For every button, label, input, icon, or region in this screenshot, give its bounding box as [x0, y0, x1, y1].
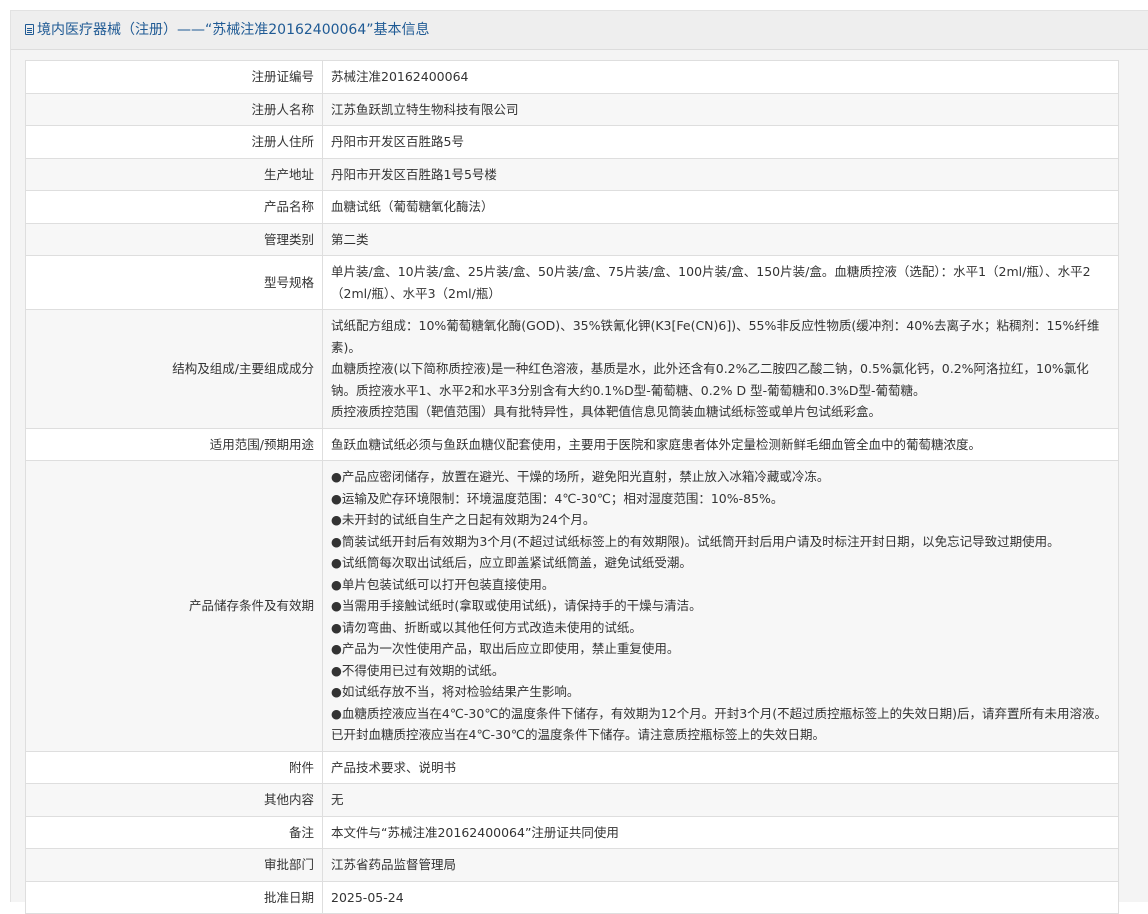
field-value: 无 — [322, 783, 1119, 817]
field-value-line: ●请勿弯曲、折断或以其他任何方式改造未使用的试纸。 — [331, 619, 642, 635]
field-label: 型号规格 — [25, 255, 323, 310]
field-label: 注册人名称 — [25, 92, 323, 126]
field-label: 附件 — [25, 750, 323, 784]
field-value-line: ●试纸筒每次取出试纸后，应立即盖紧试纸筒盖，避免试纸受潮。 — [331, 555, 692, 570]
table-row: 其他内容无 — [25, 783, 1119, 817]
detail-panel: 境内医疗器械（注册）——“苏械注准20162400064”基本信息 注册证编号苏… — [10, 10, 1148, 914]
panel-header: 境内医疗器械（注册）——“苏械注准20162400064”基本信息 — [11, 11, 1148, 50]
field-label: 生产地址 — [25, 157, 323, 191]
field-value: 产品技术要求、说明书 — [322, 750, 1119, 784]
page-title: 境内医疗器械（注册）——“苏械注准20162400064”基本信息 — [37, 22, 430, 38]
field-value-line: 鱼跃血糖试纸必须与鱼跃血糖仪配套使用，主要用于医院和家庭患者体外定量检测新鲜毛细… — [331, 436, 982, 452]
field-value-line: 第二类 — [331, 231, 369, 247]
table-row: 备注 本文件与“苏械注准20162400064”注册证共同使用 — [25, 815, 1119, 849]
table-row: 产品储存条件及有效期 ●产品应密闭储存，放置在避光、干燥的场所，避免阳光直射，禁止… — [25, 460, 1119, 752]
field-value-line: ●单片包装试纸可以打开包装直接使用。 — [331, 576, 555, 592]
field-value: 单片装/盒、10片装/盒、25片装/盒、50片装/盒、75片装/盒、100片装/… — [322, 255, 1119, 310]
field-value-line: 产品技术要求、说明书 — [331, 759, 457, 775]
info-table: 注册证编号 苏械注准20162400064 注册人名称 江苏鱼跃凯立特生物科技有限公司… — [25, 60, 1119, 914]
field-value: ●产品应密闭储存，放置在避光、干燥的场所，避免阳光直射，禁止放入冰箱冷藏或冷冻。… — [322, 460, 1119, 752]
field-value-line: ●运输及贮存环境限制：环境温度范围：4℃-30℃；相对湿度范围：10%-85%。 — [331, 490, 784, 506]
field-label: 管理类别 — [25, 222, 323, 256]
field-value: 江苏鱼跃凯立特生物科技有限公司 — [322, 92, 1119, 126]
field-label: 注册人住所 — [25, 125, 323, 159]
field-value-line: ●产品为一次性使用产品，取出后应立即使用，禁止重复使用。 — [331, 641, 680, 656]
table-row: 生产地址 丹阳市开发区百胜路1号5号楼 — [25, 157, 1119, 191]
table-row: 结构及组成/主要组成成分 试纸配方组成：10%葡萄糖氧化酶(GOD)、35%铁氰化… — [25, 309, 1119, 429]
field-value-line: 江苏省药品监督管理局 — [331, 857, 457, 872]
field-value: 丹阳市开发区百胜路5号 — [322, 125, 1119, 159]
field-value-line: 丹阳市开发区百胜路5号 — [331, 134, 464, 149]
field-label: 结构及组成/主要组成成分 — [25, 309, 323, 429]
field-value-line: ●当需用手接触试纸时(拿取或使用试纸)，请保持手的干燥与清洁。 — [331, 598, 702, 613]
table-row: 注册人名称 江苏鱼跃凯立特生物科技有限公司 — [25, 92, 1119, 126]
field-label: 其他内容 — [25, 783, 323, 817]
field-value-line: 血糖质控液(以下简称质控液)是一种红色溶液，基质是水，此外还含有0.2%乙二胺四… — [331, 361, 1089, 398]
field-label: 适用范围/预期用途 — [25, 427, 323, 461]
document-icon — [25, 24, 34, 35]
field-value: 本文件与“苏械注准20162400064”注册证共同使用 — [322, 815, 1119, 849]
table-row: 审批部门 江苏省药品监督管理局 — [25, 848, 1119, 882]
table-row: 附件 产品技术要求、说明书 — [25, 750, 1119, 784]
field-value: 苏械注准20162400064 — [322, 60, 1119, 94]
field-value-line: ●如试纸存放不当，将对检验结果产生影响。 — [331, 684, 580, 699]
field-value: 丹阳市开发区百胜路1号5号楼 — [322, 157, 1119, 191]
field-label: 备注 — [25, 815, 323, 849]
field-value-line: 江苏鱼跃凯立特生物科技有限公司 — [331, 101, 519, 117]
field-value-line: 单片装/盒、10片装/盒、25片装/盒、50片装/盒、75片装/盒、100片装/… — [331, 264, 1091, 301]
field-label: 审批部门 — [25, 848, 323, 882]
field-value: 鱼跃血糖试纸必须与鱼跃血糖仪配套使用，主要用于医院和家庭患者体外定量检测新鲜毛细… — [322, 427, 1119, 461]
field-value-line: 质控液质控范围（靶值范围）具有批特异性，具体靶值信息见筒装血糖试纸标签或单片包试… — [331, 404, 882, 419]
field-value-line: 苏械注准20162400064 — [331, 69, 469, 84]
table-row: 型号规格 单片装/盒、10片装/盒、25片装/盒、50片装/盒、75片装/盒、10… — [25, 255, 1119, 310]
info-table-wrap: 注册证编号 苏械注准20162400064 注册人名称 江苏鱼跃凯立特生物科技有限公司… — [25, 60, 1119, 914]
table-row: 注册人住所 丹阳市开发区百胜路5号 — [25, 125, 1119, 159]
field-value-line: 无 — [331, 792, 344, 807]
field-value-line: ●血糖质控液应当在4℃-30℃的温度条件下储存，有效期为12个月。开封3个月(不… — [331, 705, 1107, 743]
field-label: 注册证编号 — [25, 60, 323, 94]
field-value-line: 血糖试纸（葡萄糖氧化酶法） — [331, 199, 494, 214]
table-row: 注册证编号 苏械注准20162400064 — [25, 60, 1119, 94]
table-row: 管理类别 第二类 — [25, 222, 1119, 256]
field-value-line: 本文件与“苏械注准20162400064”注册证共同使用 — [331, 824, 619, 840]
table-row: 批准日期 2025-05-24 — [25, 880, 1119, 914]
field-value: 第二类 — [322, 222, 1119, 256]
field-value: 江苏省药品监督管理局 — [322, 848, 1119, 882]
field-label: 产品储存条件及有效期 — [25, 460, 323, 752]
field-value-line: ●未开封的试纸自生产之日起有效期为24个月。 — [331, 512, 596, 527]
table-row: 适用范围/预期用途 鱼跃血糖试纸必须与鱼跃血糖仪配套使用，主要用于医院和家庭患者体… — [25, 427, 1119, 461]
field-value: 血糖试纸（葡萄糖氧化酶法） — [322, 190, 1119, 224]
field-value-line: ●不得使用已过有效期的试纸。 — [331, 662, 505, 678]
table-row: 产品名称 血糖试纸（葡萄糖氧化酶法） — [25, 190, 1119, 224]
field-value-line: 2025-05-24 — [331, 889, 404, 905]
field-value-line: 丹阳市开发区百胜路1号5号楼 — [331, 166, 497, 182]
field-value: 试纸配方组成：10%葡萄糖氧化酶(GOD)、35%铁氰化钾(K3[Fe(CN)6… — [322, 309, 1119, 429]
field-label: 批准日期 — [25, 880, 323, 914]
field-value: 2025-05-24 — [322, 880, 1119, 914]
field-value-line: ●筒装试纸开封后有效期为3个月(不超过试纸标签上的有效期限)。试纸筒开封后用户请… — [331, 533, 1060, 549]
field-value-line: 试纸配方组成：10%葡萄糖氧化酶(GOD)、35%铁氰化钾(K3[Fe(CN)6… — [331, 318, 1100, 355]
field-label: 产品名称 — [25, 190, 323, 224]
field-value-line: ●产品应密闭储存，放置在避光、干燥的场所，避免阳光直射，禁止放入冰箱冷藏或冷冻。 — [331, 469, 830, 484]
